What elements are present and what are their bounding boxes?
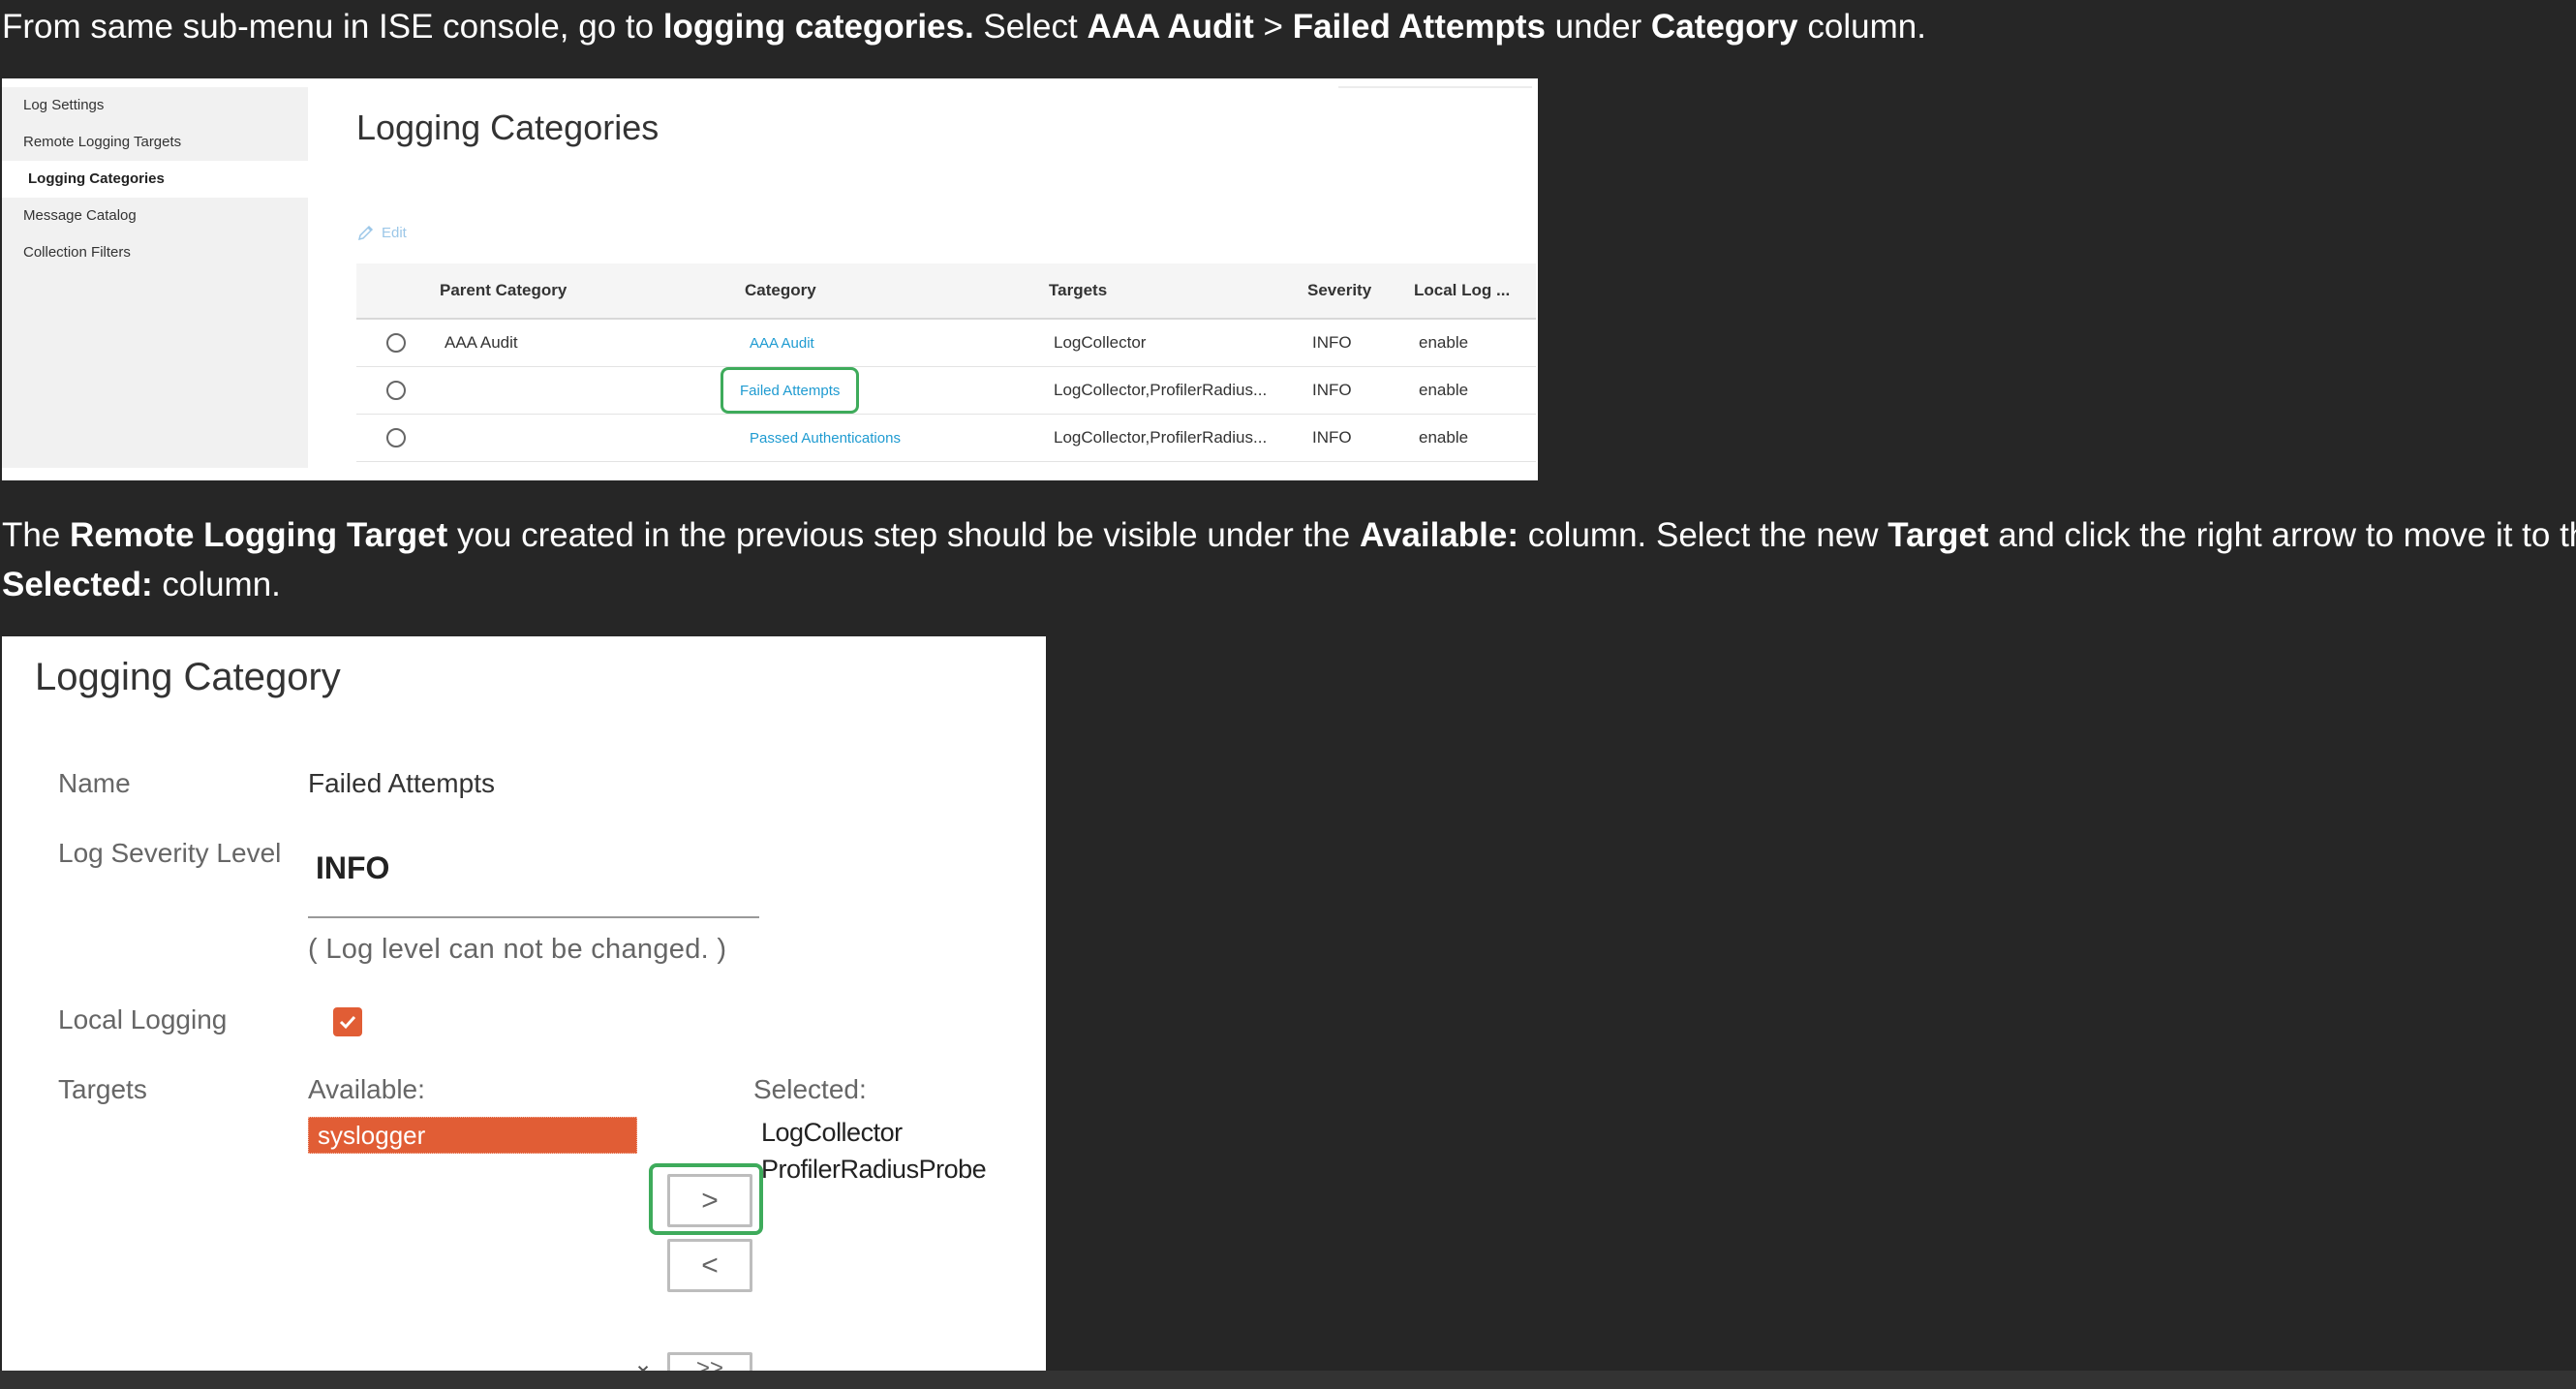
local-logging-checkbox[interactable]	[333, 1007, 362, 1036]
bottom-bar	[0, 1371, 2576, 1389]
bold-text: Remote Logging Target	[70, 516, 448, 554]
column-header-severity[interactable]: Severity	[1307, 263, 1414, 320]
local-log-cell: enable	[1419, 333, 1469, 352]
instruction-line-1: From same sub-menu in ISE console, go to…	[2, 5, 1926, 48]
move-right-button[interactable]: >	[667, 1174, 752, 1227]
sidebar-item-log-settings[interactable]: Log Settings	[2, 87, 308, 124]
text: and click the right arrow to move it to …	[1988, 516, 2576, 554]
text: column.	[1797, 8, 1926, 46]
bold-text: Selected:	[2, 566, 153, 603]
targets-label: Targets	[58, 1074, 147, 1104]
bold-text: Category	[1650, 8, 1798, 46]
logging-category-screenshot: Logging Category Name Failed Attempts Lo…	[2, 636, 1046, 1371]
checkmark-icon	[339, 1015, 356, 1030]
name-label: Name	[58, 768, 131, 798]
row-radio[interactable]	[386, 381, 406, 401]
page-title: Logging Categories	[356, 108, 659, 147]
text: >	[1253, 8, 1293, 46]
targets-cell: LogCollector	[1054, 333, 1147, 352]
table-row[interactable]: Failed Attempts LogCollector,ProfilerRad…	[356, 366, 1536, 415]
severity-cell: INFO	[1312, 333, 1352, 352]
selected-item[interactable]: LogCollector	[761, 1118, 903, 1148]
table-row[interactable]: Passed Authentications LogCollector,Prof…	[356, 414, 1536, 462]
bold-text: AAA Audit	[1087, 8, 1254, 46]
column-header-targets[interactable]: Targets	[1049, 263, 1307, 320]
severity-value: INFO	[316, 850, 390, 885]
divider	[1338, 86, 1532, 88]
local-log-cell: enable	[1419, 428, 1469, 447]
category-link[interactable]: Passed Authentications	[750, 430, 901, 447]
sidebar-item-message-catalog[interactable]: Message Catalog	[2, 198, 308, 234]
instruction-line-3: Selected: column.	[2, 563, 281, 606]
name-value: Failed Attempts	[308, 768, 495, 798]
text: column.	[152, 566, 281, 603]
local-log-cell: enable	[1419, 381, 1469, 399]
sidebar: Log Settings Remote Logging Targets Logg…	[2, 87, 308, 468]
severity-cell: INFO	[1312, 381, 1352, 399]
available-item-syslogger[interactable]: syslogger	[308, 1117, 637, 1154]
pencil-icon	[357, 225, 374, 241]
row-radio[interactable]	[386, 333, 406, 354]
targets-cell: LogCollector,ProfilerRadius...	[1054, 428, 1268, 447]
row-radio[interactable]	[386, 428, 406, 448]
bold-text: Failed Attempts	[1292, 8, 1546, 46]
available-label: Available:	[308, 1074, 425, 1104]
selected-label: Selected:	[753, 1074, 867, 1104]
instruction-line-2: The Remote Logging Target you created in…	[2, 513, 2576, 557]
text: Select	[973, 8, 1088, 46]
selected-item[interactable]: ProfilerRadiusProbe	[761, 1155, 987, 1185]
column-header-parent-category[interactable]: Parent Category	[440, 263, 745, 320]
table-header: Parent Category Category Targets Severit…	[356, 263, 1536, 320]
highlight-box: Failed Attempts	[721, 367, 860, 414]
bold-text: logging categories.	[662, 8, 974, 46]
edit-label: Edit	[382, 224, 407, 241]
text: From same sub-menu in ISE console, go to	[2, 8, 663, 46]
move-all-right-button[interactable]: >>	[667, 1352, 752, 1371]
category-link[interactable]: AAA Audit	[750, 335, 814, 352]
severity-label: Log Severity Level	[58, 838, 282, 868]
bold-text: Target	[1887, 516, 1989, 554]
logging-categories-screenshot: Log Settings Remote Logging Targets Logg…	[2, 78, 1538, 480]
local-logging-label: Local Logging	[58, 1004, 228, 1034]
severity-note: ( Log level can not be changed. )	[308, 934, 727, 965]
edit-button[interactable]: Edit	[356, 223, 407, 242]
sidebar-item-logging-categories[interactable]: Logging Categories	[2, 161, 308, 198]
table-row[interactable]: AAA Audit AAA Audit LogCollector INFO en…	[356, 319, 1536, 367]
column-header-select	[356, 263, 440, 320]
form-title: Logging Category	[35, 656, 341, 698]
sidebar-item-collection-filters[interactable]: Collection Filters	[2, 234, 308, 271]
severity-underline	[308, 916, 759, 918]
text: under	[1545, 8, 1651, 46]
parent-category-cell: AAA Audit	[445, 333, 518, 352]
bold-text: Available:	[1359, 516, 1518, 554]
text: The	[2, 516, 71, 554]
sidebar-item-remote-logging-targets[interactable]: Remote Logging Targets	[2, 124, 308, 161]
category-link[interactable]: Failed Attempts	[740, 383, 840, 399]
move-left-button[interactable]: <	[667, 1239, 752, 1292]
column-header-local-log[interactable]: Local Log ...	[1414, 263, 1536, 320]
targets-cell: LogCollector,ProfilerRadius...	[1054, 381, 1268, 399]
text: you created in the previous step should …	[447, 516, 1360, 554]
column-header-category[interactable]: Category	[745, 263, 1049, 320]
categories-table: Parent Category Category Targets Severit…	[356, 263, 1536, 462]
severity-cell: INFO	[1312, 428, 1352, 447]
chevron-down-icon: ⌄	[633, 1351, 654, 1371]
text: column. Select the new	[1518, 516, 1888, 554]
